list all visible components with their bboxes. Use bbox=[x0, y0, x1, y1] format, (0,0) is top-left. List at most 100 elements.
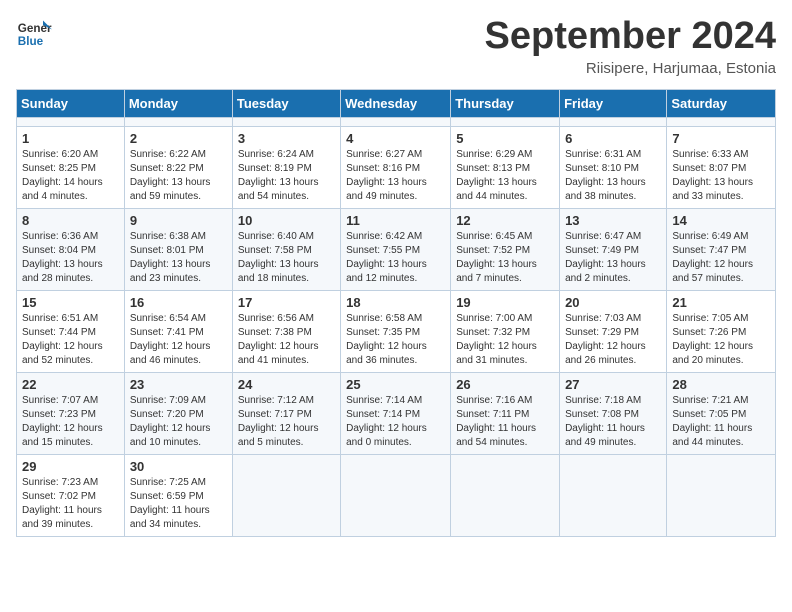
day-number: 29 bbox=[22, 459, 119, 474]
weekday-header: Saturday bbox=[667, 89, 776, 117]
weekday-header: Wednesday bbox=[341, 89, 451, 117]
calendar-cell: 6Sunrise: 6:31 AM Sunset: 8:10 PM Daylig… bbox=[560, 126, 667, 208]
calendar-cell: 16 Sunrise: 6:54 AM Sunset: 7:41 PM Dayli… bbox=[124, 290, 232, 372]
logo: General Blue bbox=[16, 16, 52, 52]
calendar-cell: 13Sunrise: 6:47 AM Sunset: 7:49 PM Dayli… bbox=[560, 208, 667, 290]
calendar-cell bbox=[232, 454, 340, 536]
day-detail: Sunrise: 7:21 AM Sunset: 7:05 PM Dayligh… bbox=[672, 394, 770, 450]
day-detail: Sunrise: 7:18 AM Sunset: 7:08 PM Dayligh… bbox=[565, 394, 661, 450]
calendar-cell bbox=[560, 454, 667, 536]
day-number: 10 bbox=[238, 213, 335, 228]
calendar-cell: 10 Sunrise: 6:40 AM Sunset: 7:58 PM Dayli… bbox=[232, 208, 340, 290]
calendar-week-row: 22 Sunrise: 7:07 AM Sunset: 7:23 PM Dayli… bbox=[17, 372, 776, 454]
day-detail: Sunrise: 6:38 AM Sunset: 8:01 PM Dayligh… bbox=[130, 230, 227, 286]
day-number: 4 bbox=[346, 131, 445, 146]
day-detail: Sunrise: 7:09 AM Sunset: 7:20 PM Dayligh… bbox=[130, 394, 227, 450]
day-number: 2 bbox=[130, 131, 227, 146]
calendar-cell: 11 Sunrise: 6:42 AM Sunset: 7:55 PM Dayli… bbox=[341, 208, 451, 290]
day-detail: Sunrise: 6:54 AM Sunset: 7:41 PM Dayligh… bbox=[130, 312, 227, 368]
svg-text:General: General bbox=[18, 22, 52, 35]
page-header: General Blue September 2024 Riisipere, H… bbox=[16, 16, 776, 77]
day-detail: Sunrise: 6:42 AM Sunset: 7:55 PM Dayligh… bbox=[346, 230, 445, 286]
day-number: 16 bbox=[130, 295, 227, 310]
calendar-cell: 18Sunrise: 6:58 AM Sunset: 7:35 PM Dayli… bbox=[341, 290, 451, 372]
calendar-cell: 19 Sunrise: 7:00 AM Sunset: 7:32 PM Dayli… bbox=[451, 290, 560, 372]
calendar-cell: 27Sunrise: 7:18 AM Sunset: 7:08 PM Dayli… bbox=[560, 372, 667, 454]
calendar-week-row: 29 Sunrise: 7:23 AM Sunset: 7:02 PM Dayli… bbox=[17, 454, 776, 536]
day-number: 23 bbox=[130, 377, 227, 392]
calendar-cell bbox=[667, 454, 776, 536]
calendar-table: SundayMondayTuesdayWednesdayThursdayFrid… bbox=[16, 89, 776, 537]
day-detail: Sunrise: 7:16 AM Sunset: 7:11 PM Dayligh… bbox=[456, 394, 554, 450]
day-detail: Sunrise: 6:20 AM Sunset: 8:25 PM Dayligh… bbox=[22, 148, 119, 204]
day-number: 8 bbox=[22, 213, 119, 228]
day-number: 17 bbox=[238, 295, 335, 310]
day-number: 26 bbox=[456, 377, 554, 392]
day-number: 22 bbox=[22, 377, 119, 392]
day-detail: Sunrise: 7:03 AM Sunset: 7:29 PM Dayligh… bbox=[565, 312, 661, 368]
day-detail: Sunrise: 7:00 AM Sunset: 7:32 PM Dayligh… bbox=[456, 312, 554, 368]
calendar-cell: 2 Sunrise: 6:22 AM Sunset: 8:22 PM Daylig… bbox=[124, 126, 232, 208]
day-detail: Sunrise: 6:45 AM Sunset: 7:52 PM Dayligh… bbox=[456, 230, 554, 286]
title-block: September 2024 Riisipere, Harjumaa, Esto… bbox=[485, 16, 777, 77]
calendar-cell: 15 Sunrise: 6:51 AM Sunset: 7:44 PM Dayli… bbox=[17, 290, 125, 372]
day-number: 25 bbox=[346, 377, 445, 392]
calendar-cell bbox=[451, 454, 560, 536]
calendar-cell bbox=[667, 117, 776, 126]
weekday-header: Tuesday bbox=[232, 89, 340, 117]
calendar-cell bbox=[17, 117, 125, 126]
calendar-cell: 14 Sunrise: 6:49 AM Sunset: 7:47 PM Dayli… bbox=[667, 208, 776, 290]
calendar-body: 1Sunrise: 6:20 AM Sunset: 8:25 PM Daylig… bbox=[17, 117, 776, 536]
day-detail: Sunrise: 6:33 AM Sunset: 8:07 PM Dayligh… bbox=[672, 148, 770, 204]
day-detail: Sunrise: 7:12 AM Sunset: 7:17 PM Dayligh… bbox=[238, 394, 335, 450]
day-number: 15 bbox=[22, 295, 119, 310]
svg-text:Blue: Blue bbox=[18, 35, 44, 48]
day-number: 30 bbox=[130, 459, 227, 474]
day-detail: Sunrise: 6:31 AM Sunset: 8:10 PM Dayligh… bbox=[565, 148, 661, 204]
calendar-cell: 26 Sunrise: 7:16 AM Sunset: 7:11 PM Dayli… bbox=[451, 372, 560, 454]
calendar-week-row: 1Sunrise: 6:20 AM Sunset: 8:25 PM Daylig… bbox=[17, 126, 776, 208]
calendar-cell: 20 Sunrise: 7:03 AM Sunset: 7:29 PM Dayli… bbox=[560, 290, 667, 372]
calendar-cell bbox=[124, 117, 232, 126]
day-detail: Sunrise: 6:56 AM Sunset: 7:38 PM Dayligh… bbox=[238, 312, 335, 368]
calendar-cell: 3 Sunrise: 6:24 AM Sunset: 8:19 PM Daylig… bbox=[232, 126, 340, 208]
calendar-cell: 22 Sunrise: 7:07 AM Sunset: 7:23 PM Dayli… bbox=[17, 372, 125, 454]
calendar-cell bbox=[560, 117, 667, 126]
day-number: 11 bbox=[346, 213, 445, 228]
day-number: 13 bbox=[565, 213, 661, 228]
calendar-cell: 5Sunrise: 6:29 AM Sunset: 8:13 PM Daylig… bbox=[451, 126, 560, 208]
day-detail: Sunrise: 6:24 AM Sunset: 8:19 PM Dayligh… bbox=[238, 148, 335, 204]
day-number: 7 bbox=[672, 131, 770, 146]
weekday-header: Thursday bbox=[451, 89, 560, 117]
day-number: 19 bbox=[456, 295, 554, 310]
weekday-header: Sunday bbox=[17, 89, 125, 117]
calendar-cell bbox=[341, 454, 451, 536]
day-number: 3 bbox=[238, 131, 335, 146]
location: Riisipere, Harjumaa, Estonia bbox=[485, 60, 777, 77]
day-detail: Sunrise: 7:07 AM Sunset: 7:23 PM Dayligh… bbox=[22, 394, 119, 450]
day-detail: Sunrise: 7:23 AM Sunset: 7:02 PM Dayligh… bbox=[22, 476, 119, 532]
calendar-cell bbox=[341, 117, 451, 126]
month-title: September 2024 bbox=[485, 16, 777, 58]
weekday-header: Monday bbox=[124, 89, 232, 117]
calendar-cell: 12 Sunrise: 6:45 AM Sunset: 7:52 PM Dayli… bbox=[451, 208, 560, 290]
day-number: 12 bbox=[456, 213, 554, 228]
calendar-cell bbox=[232, 117, 340, 126]
day-number: 21 bbox=[672, 295, 770, 310]
day-number: 5 bbox=[456, 131, 554, 146]
day-detail: Sunrise: 7:05 AM Sunset: 7:26 PM Dayligh… bbox=[672, 312, 770, 368]
day-detail: Sunrise: 6:22 AM Sunset: 8:22 PM Dayligh… bbox=[130, 148, 227, 204]
calendar-cell: 8Sunrise: 6:36 AM Sunset: 8:04 PM Daylig… bbox=[17, 208, 125, 290]
calendar-cell: 4Sunrise: 6:27 AM Sunset: 8:16 PM Daylig… bbox=[341, 126, 451, 208]
day-number: 9 bbox=[130, 213, 227, 228]
day-number: 14 bbox=[672, 213, 770, 228]
calendar-cell: 30Sunrise: 7:25 AM Sunset: 6:59 PM Dayli… bbox=[124, 454, 232, 536]
day-number: 20 bbox=[565, 295, 661, 310]
day-detail: Sunrise: 6:51 AM Sunset: 7:44 PM Dayligh… bbox=[22, 312, 119, 368]
calendar-cell: 9 Sunrise: 6:38 AM Sunset: 8:01 PM Daylig… bbox=[124, 208, 232, 290]
day-detail: Sunrise: 6:40 AM Sunset: 7:58 PM Dayligh… bbox=[238, 230, 335, 286]
day-detail: Sunrise: 6:49 AM Sunset: 7:47 PM Dayligh… bbox=[672, 230, 770, 286]
calendar-cell: 23 Sunrise: 7:09 AM Sunset: 7:20 PM Dayli… bbox=[124, 372, 232, 454]
calendar-cell: 1Sunrise: 6:20 AM Sunset: 8:25 PM Daylig… bbox=[17, 126, 125, 208]
day-detail: Sunrise: 6:58 AM Sunset: 7:35 PM Dayligh… bbox=[346, 312, 445, 368]
